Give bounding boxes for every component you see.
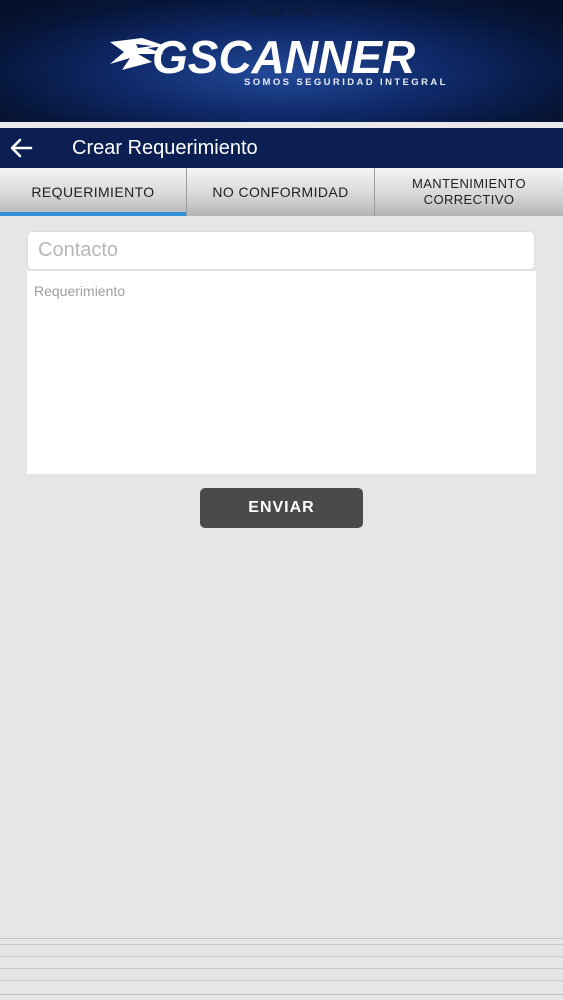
tab-requerimiento[interactable]: REQUERIMIENTO [0, 168, 187, 216]
send-button[interactable]: ENVIAR [200, 488, 363, 528]
contact-input[interactable] [27, 231, 535, 270]
page-title: Crear Requerimiento [72, 137, 258, 159]
back-button[interactable] [8, 136, 34, 160]
tab-label: NO CONFORMIDAD [212, 184, 349, 200]
tab-label: REQUERIMIENTO [31, 184, 155, 200]
app-header: 6:48 PM GSCANNER SOMOS SEGURIDAD INTEGRA… [0, 0, 563, 122]
active-tab-indicator [0, 212, 186, 216]
tab-bar: REQUERIMIENTO NO CONFORMIDAD MANTENIMIEN… [0, 168, 563, 216]
tab-label: MANTENIMIENTO CORRECTIVO [411, 176, 527, 207]
status-time: 6:48 PM [251, 4, 312, 21]
tab-mantenimiento-correctivo[interactable]: MANTENIMIENTO CORRECTIVO [375, 168, 563, 216]
requirement-textarea[interactable] [27, 271, 536, 474]
arrow-left-icon [10, 138, 33, 158]
tab-no-conformidad[interactable]: NO CONFORMIDAD [187, 168, 375, 216]
logo-brand-text: GSCANNER [152, 31, 416, 83]
logo-tagline: SOMOS SEGURIDAD INTEGRAL [244, 77, 448, 88]
navigation-bar: Crear Requerimiento [0, 128, 563, 168]
gscanner-logo: GSCANNER SOMOS SEGURIDAD INTEGRAL [108, 30, 458, 92]
bottom-divider-lines [0, 938, 563, 1000]
